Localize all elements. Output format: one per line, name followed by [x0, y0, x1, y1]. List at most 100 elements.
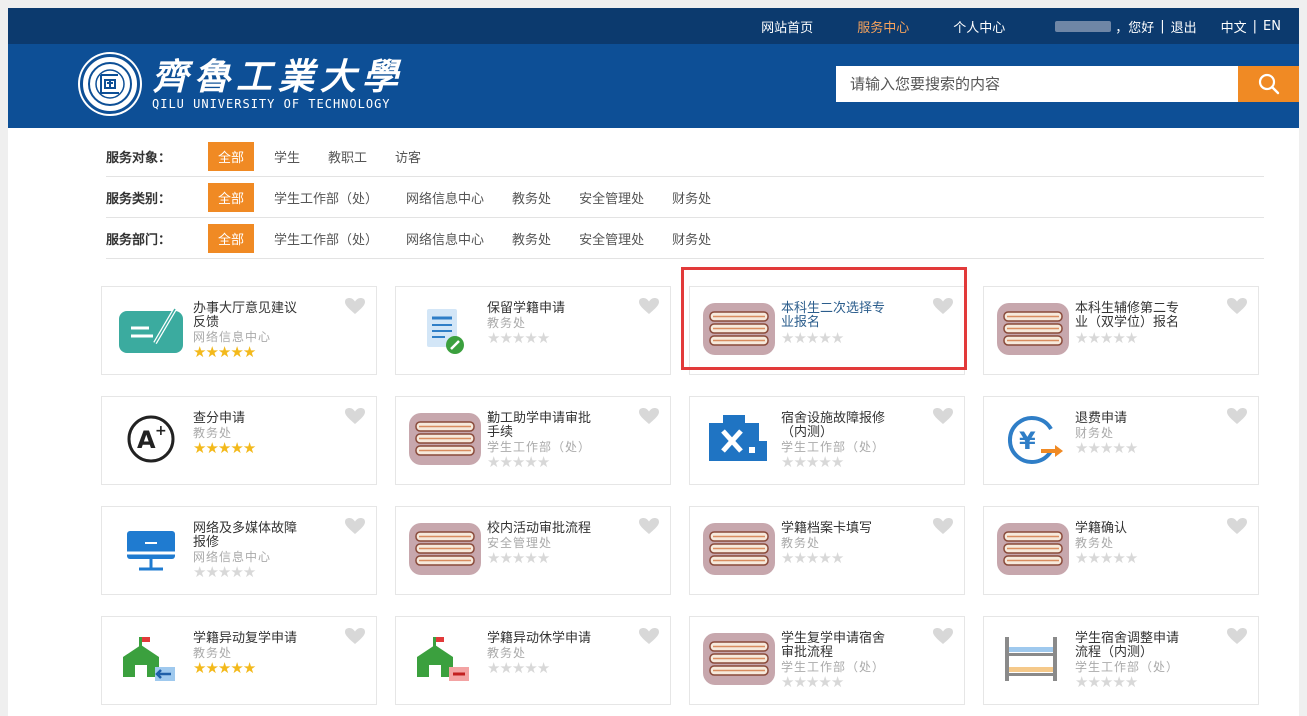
service-title: 本科生二次选择专 — [781, 301, 886, 316]
service-card[interactable]: 保留学籍申请 教务处 ★★★★★ — [395, 286, 671, 375]
search-button[interactable] — [1238, 66, 1299, 102]
star-icon: ★ — [1087, 329, 1100, 347]
service-title-line2: 报修 — [193, 535, 220, 550]
favorite-heart-icon[interactable] — [344, 297, 366, 319]
logout-link[interactable]: 退出 — [1171, 17, 1197, 36]
filter-option[interactable]: 访客 — [395, 147, 421, 166]
search-icon — [1258, 73, 1279, 95]
book-stack-icon — [703, 633, 775, 685]
favorite-heart-icon[interactable] — [344, 517, 366, 539]
star-icon: ★ — [1087, 673, 1100, 691]
filter-option[interactable]: 学生 — [274, 147, 300, 166]
divider: | — [1252, 18, 1258, 34]
favorite-heart-icon[interactable] — [932, 627, 954, 649]
service-card[interactable]: 学籍确认 教务处 ★★★★★ — [983, 506, 1259, 595]
service-card[interactable]: 勤工助学申请审批 手续 学生工作部（处） ★★★★★ — [395, 396, 671, 485]
favorite-heart-icon[interactable] — [344, 407, 366, 429]
star-icon: ★ — [1099, 549, 1113, 567]
star-icon: ★ — [499, 453, 512, 471]
document-edit-icon — [409, 303, 481, 355]
service-title: 退费申请 — [1075, 411, 1128, 426]
service-department: 学生工作部（处） — [1075, 660, 1180, 674]
favorite-heart-icon[interactable] — [344, 627, 366, 649]
nav-home[interactable]: 网站首页 — [761, 17, 813, 36]
service-card[interactable]: 本科生辅修第二专 业（双学位）报名 ★★★★★ — [983, 286, 1259, 375]
star-icon: ★ — [511, 329, 525, 347]
star-rating: ★★★★★ — [1075, 675, 1225, 691]
nav-personal-center[interactable]: 个人中心 — [953, 17, 1005, 36]
university-logo[interactable]: 齊魯工業大學 QILU UNIVERSITY OF TECHNOLOGY — [80, 54, 404, 114]
favorite-heart-icon[interactable] — [1226, 517, 1248, 539]
star-icon: ★ — [242, 439, 256, 457]
page-frame: 网站首页 服务中心 个人中心 ，您好 | 退出 中文 | EN 齊魯工業大學 Q… — [8, 8, 1299, 716]
filter-option[interactable]: 教务处 — [512, 188, 551, 207]
site-header: 齊魯工業大學 QILU UNIVERSITY OF TECHNOLOGY — [8, 44, 1299, 128]
favorite-heart-icon[interactable] — [638, 517, 660, 539]
favorite-heart-icon[interactable] — [1226, 627, 1248, 649]
star-rating: ★★★★★ — [781, 551, 931, 567]
service-card[interactable]: A + 查分申请 教务处 ★★★★★ — [101, 396, 377, 485]
filter-option[interactable]: 学生工作部（处） — [274, 188, 378, 207]
star-icon: ★ — [536, 659, 550, 677]
service-card[interactable]: 学生宿舍调整申请 流程（内测） 学生工作部（处） ★★★★★ — [983, 616, 1259, 705]
filter-option[interactable]: 学生工作部（处） — [274, 229, 378, 248]
star-icon: ★ — [524, 549, 537, 567]
favorite-heart-icon[interactable] — [638, 407, 660, 429]
service-card[interactable]: 学籍异动复学申请 教务处 ★★★★★ — [101, 616, 377, 705]
star-icon: ★ — [499, 549, 512, 567]
filter-option[interactable]: 财务处 — [672, 188, 711, 207]
star-icon: ★ — [1112, 673, 1125, 691]
star-icon: ★ — [1124, 439, 1138, 457]
star-icon: ★ — [205, 343, 218, 361]
service-department: 教务处 — [487, 646, 527, 660]
search-input[interactable] — [836, 66, 1238, 102]
bunk-bed-icon — [997, 633, 1069, 685]
filter-option[interactable]: 网络信息中心 — [406, 229, 484, 248]
service-title: 查分申请 — [193, 411, 246, 426]
service-card[interactable]: 本科生二次选择专 业报名 ★★★★★ — [689, 286, 965, 375]
favorite-heart-icon[interactable] — [1226, 297, 1248, 319]
favorite-heart-icon[interactable] — [1226, 407, 1248, 429]
star-icon: ★ — [818, 453, 831, 471]
service-card[interactable]: 学生复学申请宿舍 审批流程 学生工作部（处） ★★★★★ — [689, 616, 965, 705]
favorite-heart-icon[interactable] — [932, 517, 954, 539]
star-icon: ★ — [781, 329, 794, 347]
service-card[interactable]: ¥ 退费申请 财务处 ★★★★★ — [983, 396, 1259, 485]
filter-option[interactable]: 教务处 — [512, 229, 551, 248]
favorite-heart-icon[interactable] — [638, 627, 660, 649]
service-card[interactable]: 办事大厅意见建议 反馈 网络信息中心 ★★★★★ — [101, 286, 377, 375]
search-bar — [836, 66, 1299, 102]
star-icon: ★ — [230, 343, 243, 361]
favorite-heart-icon[interactable] — [932, 407, 954, 429]
service-card[interactable]: 校内活动审批流程 安全管理处 ★★★★★ — [395, 506, 671, 595]
filter-option[interactable]: 安全管理处 — [579, 229, 644, 248]
filter-option[interactable]: 全部 — [208, 223, 255, 253]
star-icon: ★ — [1124, 329, 1138, 347]
star-icon: ★ — [193, 563, 206, 581]
lang-en[interactable]: EN — [1263, 19, 1281, 34]
star-icon: ★ — [805, 329, 819, 347]
star-icon: ★ — [805, 453, 819, 471]
star-icon: ★ — [511, 549, 525, 567]
filter-option[interactable]: 安全管理处 — [579, 188, 644, 207]
favorite-heart-icon[interactable] — [932, 297, 954, 319]
service-card[interactable]: 网络及多媒体故障 报修 网络信息中心 ★★★★★ — [101, 506, 377, 595]
filter-option[interactable]: 教职工 — [328, 147, 367, 166]
filter-option[interactable]: 全部 — [208, 182, 255, 212]
nav-service-center[interactable]: 服务中心 — [853, 17, 914, 46]
service-card[interactable]: 学籍档案卡填写 教务处 ★★★★★ — [689, 506, 965, 595]
service-card[interactable]: 宿舍设施故障报修 （内测） 学生工作部（处） ★★★★★ — [689, 396, 965, 485]
service-title-line2: 审批流程 — [781, 645, 834, 660]
filter-option[interactable]: 全部 — [208, 141, 255, 171]
filter-option[interactable]: 财务处 — [672, 229, 711, 248]
filter-option[interactable]: 网络信息中心 — [406, 188, 484, 207]
star-icon: ★ — [830, 329, 844, 347]
lang-cn[interactable]: 中文 — [1221, 17, 1247, 36]
star-icon: ★ — [1087, 439, 1100, 457]
service-department: 教务处 — [781, 536, 821, 550]
star-icon: ★ — [230, 563, 243, 581]
service-card[interactable]: 学籍异动休学申请 教务处 ★★★★★ — [395, 616, 671, 705]
service-title: 学籍异动休学申请 — [487, 631, 592, 646]
favorite-heart-icon[interactable] — [638, 297, 660, 319]
star-icon: ★ — [193, 343, 206, 361]
